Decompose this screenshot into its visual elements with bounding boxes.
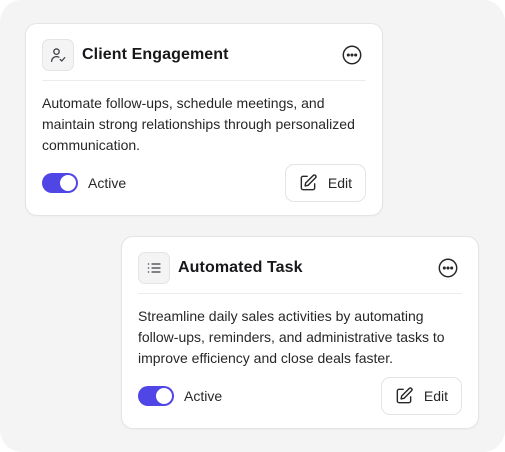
automation-card-client-engagement: Client Engagement Automate follow-ups, s…: [25, 23, 383, 216]
more-options-button[interactable]: [340, 43, 364, 67]
toggle-knob: [60, 175, 76, 191]
edit-icon: [300, 174, 317, 191]
user-check-icon: [42, 39, 74, 71]
active-toggle[interactable]: [138, 386, 174, 406]
toggle-label: Active: [88, 175, 127, 191]
more-horizontal-icon: [342, 45, 362, 65]
more-horizontal-icon: [438, 258, 458, 278]
card-header: Automated Task: [138, 252, 462, 284]
card-description: Streamline daily sales activities by aut…: [138, 308, 445, 366]
card-title: Client Engagement: [82, 46, 229, 63]
list-icon: [138, 252, 170, 284]
toggle-knob: [156, 388, 172, 404]
card-footer: Active Edit: [42, 164, 366, 202]
card-title: Automated Task: [178, 259, 303, 276]
edit-button-label: Edit: [327, 175, 352, 191]
canvas-background: Client Engagement Automate follow-ups, s…: [0, 0, 505, 452]
automation-card-automated-task: Automated Task Streamline daily sales ac…: [121, 236, 479, 429]
toggle-label: Active: [184, 388, 223, 404]
card-header: Client Engagement: [42, 39, 366, 71]
more-options-button[interactable]: [436, 256, 460, 280]
edit-button-label: Edit: [423, 388, 448, 404]
divider: [138, 293, 462, 294]
edit-button[interactable]: Edit: [380, 377, 462, 415]
divider: [42, 80, 366, 81]
active-toggle[interactable]: [42, 173, 78, 193]
card-footer: Active Edit: [138, 377, 462, 415]
edit-icon: [396, 387, 413, 404]
edit-button[interactable]: Edit: [284, 164, 366, 202]
card-description: Automate follow-ups, schedule meetings, …: [42, 95, 355, 153]
